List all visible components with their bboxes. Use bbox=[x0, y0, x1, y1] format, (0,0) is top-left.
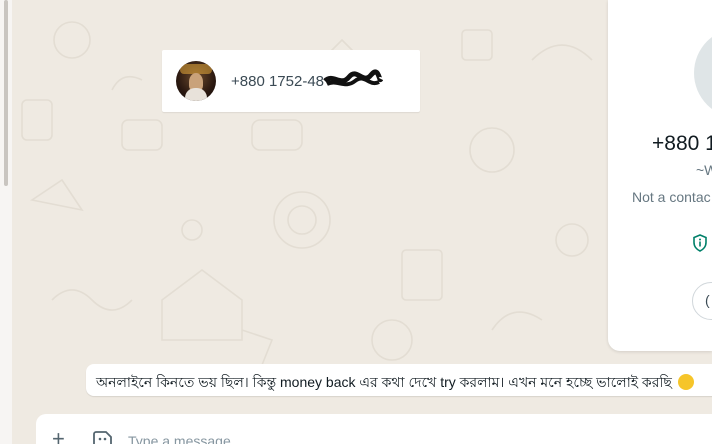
info-action-button[interactable]: ( bbox=[692, 282, 712, 320]
emoji-icon bbox=[677, 374, 694, 390]
message-input[interactable] bbox=[128, 431, 428, 444]
not-a-contact-label: Not a contac bbox=[632, 189, 711, 205]
info-name: ~W bbox=[696, 162, 712, 178]
message-text: অনলাইনে কিনতে ভয় ছিল। কিন্তু money back… bbox=[96, 371, 694, 395]
info-avatar bbox=[694, 28, 712, 118]
message-bubble[interactable]: অনলাইনে কিনতে ভয় ছিল। কিন্তু money back… bbox=[86, 364, 712, 396]
shield-icon bbox=[693, 234, 707, 252]
message-composer: + bbox=[36, 414, 712, 444]
contact-info-panel: +880 1 ~W Not a contac ( bbox=[608, 0, 712, 351]
redaction-scribble bbox=[323, 68, 383, 86]
sticker-icon[interactable] bbox=[92, 429, 114, 444]
contact-card[interactable]: +880 1752-48 bbox=[162, 50, 420, 112]
left-scrollbar[interactable] bbox=[4, 0, 8, 186]
chat-area: +880 1752-48 অনলাইনে কিনতে ভয় ছিল। কিন্… bbox=[12, 0, 712, 444]
contact-number-text: +880 1752-48 bbox=[231, 72, 325, 90]
info-number: +880 1 bbox=[652, 132, 712, 155]
contact-number: +880 1752-48 bbox=[231, 68, 383, 90]
info-action-button-glyph: ( bbox=[705, 292, 710, 308]
plus-icon[interactable]: + bbox=[52, 428, 65, 444]
message-text-content: অনলাইনে কিনতে ভয় ছিল। কিন্তু money back… bbox=[96, 374, 672, 390]
contact-avatar bbox=[176, 61, 216, 101]
